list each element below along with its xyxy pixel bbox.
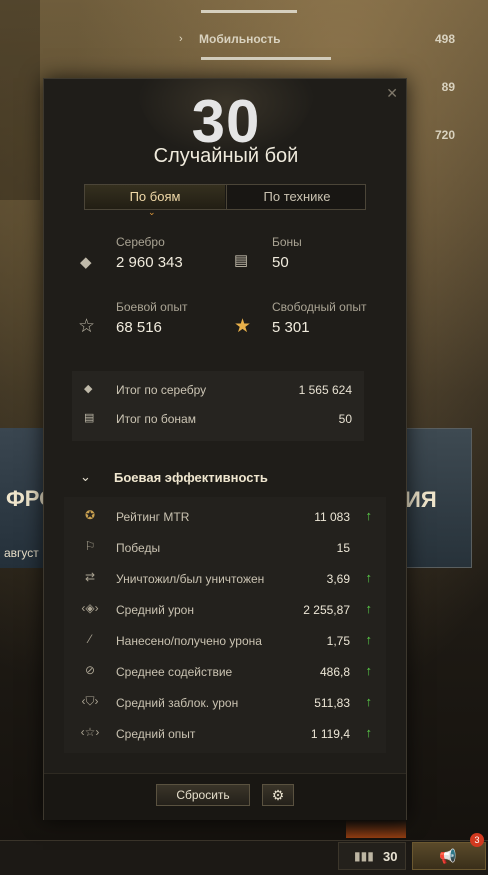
chevron-right-icon: ›	[179, 33, 183, 45]
efficiency-value: 11 083	[314, 510, 350, 524]
flag-icon: ⚐	[84, 539, 96, 553]
efficiency-value: 15	[336, 541, 350, 555]
efficiency-row: ⁄ Нанесено/получено урона 1,75 ↑	[72, 631, 372, 653]
efficiency-row: ‹☆› Средний опыт 1 119,4 ↑	[72, 724, 372, 746]
event-banner-left[interactable]: ФРО август	[0, 428, 56, 568]
efficiency-row: ‹⛉› Средний заблок. урон 511,83 ↑	[72, 693, 373, 715]
trend-up-icon: ↑	[365, 663, 373, 678]
session-stats-panel: ✕ 30 Случайный бой По боям По технике ⌄ …	[43, 78, 407, 820]
stat-mobility[interactable]: › Мобильность 498	[175, 32, 465, 50]
assist-icon: ⊘	[84, 663, 96, 677]
panel-footer: Сбросить ⚙	[44, 773, 406, 820]
total-bonds-value: 50	[338, 412, 352, 426]
destroyed-icon: ⇄	[84, 570, 96, 584]
stat-value: 720	[434, 128, 455, 142]
notification-badge: 3	[470, 833, 484, 847]
settings-button[interactable]: ⚙	[262, 784, 294, 806]
combat-xp-label: Боевой опыт	[116, 300, 188, 314]
efficiency-label: Средний опыт	[116, 727, 196, 741]
gear-icon: ⚙	[271, 787, 285, 803]
tab-by-vehicles[interactable]: По технике	[226, 185, 367, 209]
damage-ratio-icon: ⁄	[88, 632, 91, 646]
damage-icon: ‹◈›	[81, 601, 99, 615]
efficiency-row: ⊘ Среднее содействие 486,8 ↑	[72, 662, 372, 684]
megaphone-icon: 📢	[439, 848, 457, 864]
silver-icon: ◆	[84, 383, 93, 395]
total-silver-label: Итог по серебру	[116, 383, 207, 397]
trend-up-icon: ↑	[365, 632, 373, 647]
stat-label: Мобильность	[199, 32, 281, 46]
trend-up-icon: ↑	[365, 508, 373, 523]
banner-title: ИЯ	[405, 487, 437, 512]
efficiency-label: Рейтинг MTR	[116, 510, 190, 524]
star-filled-icon: ★	[234, 316, 252, 337]
efficiency-value: 486,8	[319, 665, 350, 679]
bonds-icon: ▤	[234, 252, 249, 269]
efficiency-label: Средний урон	[116, 603, 194, 617]
mtr-rating-icon: ✪	[84, 508, 96, 522]
efficiency-row: ⚐ Победы 15	[72, 538, 372, 560]
stat-value: 89	[441, 80, 455, 94]
efficiency-value: 1,75	[326, 634, 350, 648]
chevron-down-icon: ⌄	[148, 207, 156, 217]
reset-button[interactable]: Сбросить	[156, 784, 250, 806]
silver-label: Серебро	[116, 235, 165, 249]
combat-xp-value: 68 516	[116, 319, 162, 336]
efficiency-value: 2 255,87	[303, 603, 350, 617]
trend-up-icon: ↑	[365, 694, 373, 709]
efficiency-row: ⇄ Уничтожил/был уничтожен 3,69 ↑	[72, 569, 372, 591]
bonds-icon: ▤	[84, 412, 95, 424]
efficiency-label: Средний заблок. урон	[116, 696, 239, 710]
efficiency-label: Среднее содействие	[116, 665, 233, 679]
total-silver-row: ◆ Итог по серебру 1 565 624	[72, 381, 364, 401]
background-column	[0, 0, 40, 200]
banner-subtitle: август	[4, 546, 39, 560]
bonds-value: 50	[272, 254, 289, 271]
efficiency-value: 1 119,4	[310, 727, 350, 741]
chevron-down-icon: ⌄	[80, 469, 91, 484]
trend-up-icon: ↑	[365, 601, 373, 616]
efficiency-row: ‹◈› Средний урон 2 255,87 ↑	[72, 600, 372, 622]
totals-summary: ◆ Итог по серебру 1 565 624 ▤ Итог по бо…	[72, 371, 364, 441]
efficiency-label: Нанесено/получено урона	[116, 634, 262, 648]
trend-up-icon: ↑	[365, 570, 373, 585]
bar-chart-icon: ▮▮▮	[354, 849, 374, 863]
efficiency-value: 511,83	[314, 696, 350, 710]
tank-count-button[interactable]: ▮▮▮ 30	[338, 842, 406, 870]
battle-type-title: Случайный бой	[153, 145, 299, 167]
free-xp-value: 5 301	[272, 319, 310, 336]
efficiency-section-toggle[interactable]: ⌄ Боевая эффективность	[80, 469, 380, 489]
stat-value: 498	[434, 32, 455, 46]
efficiency-label: Победы	[116, 541, 161, 555]
silver-icon: ◆	[80, 254, 92, 271]
total-bonds-row: ▤ Итог по бонам 50	[72, 410, 364, 430]
star-outline-icon: ☆	[78, 316, 96, 337]
tank-count-value: 30	[383, 849, 398, 864]
free-xp-label: Свободный опыт	[272, 300, 367, 314]
stat-bar	[201, 57, 331, 60]
stat-bar	[201, 10, 297, 13]
silver-value: 2 960 343	[116, 254, 183, 271]
total-bonds-label: Итог по бонам	[116, 412, 196, 426]
avg-xp-icon: ‹☆›	[80, 725, 100, 739]
tab-by-battles[interactable]: По боям	[85, 185, 225, 209]
total-silver-value: 1 565 624	[298, 383, 352, 397]
selection-glow	[346, 820, 406, 838]
view-tabs: По боям По технике	[84, 184, 366, 210]
trend-up-icon: ↑	[365, 725, 373, 740]
blocked-icon: ‹⛉›	[81, 694, 99, 708]
efficiency-value: 3,69	[326, 572, 350, 586]
efficiency-label: Уничтожил/был уничтожен	[116, 572, 265, 586]
efficiency-title: Боевая эффективность	[114, 470, 268, 485]
event-banner-right[interactable]: ИЯ	[404, 428, 472, 568]
efficiency-row: ✪ Рейтинг MTR 11 083 ↑	[72, 507, 372, 529]
bonds-label: Боны	[272, 235, 302, 249]
